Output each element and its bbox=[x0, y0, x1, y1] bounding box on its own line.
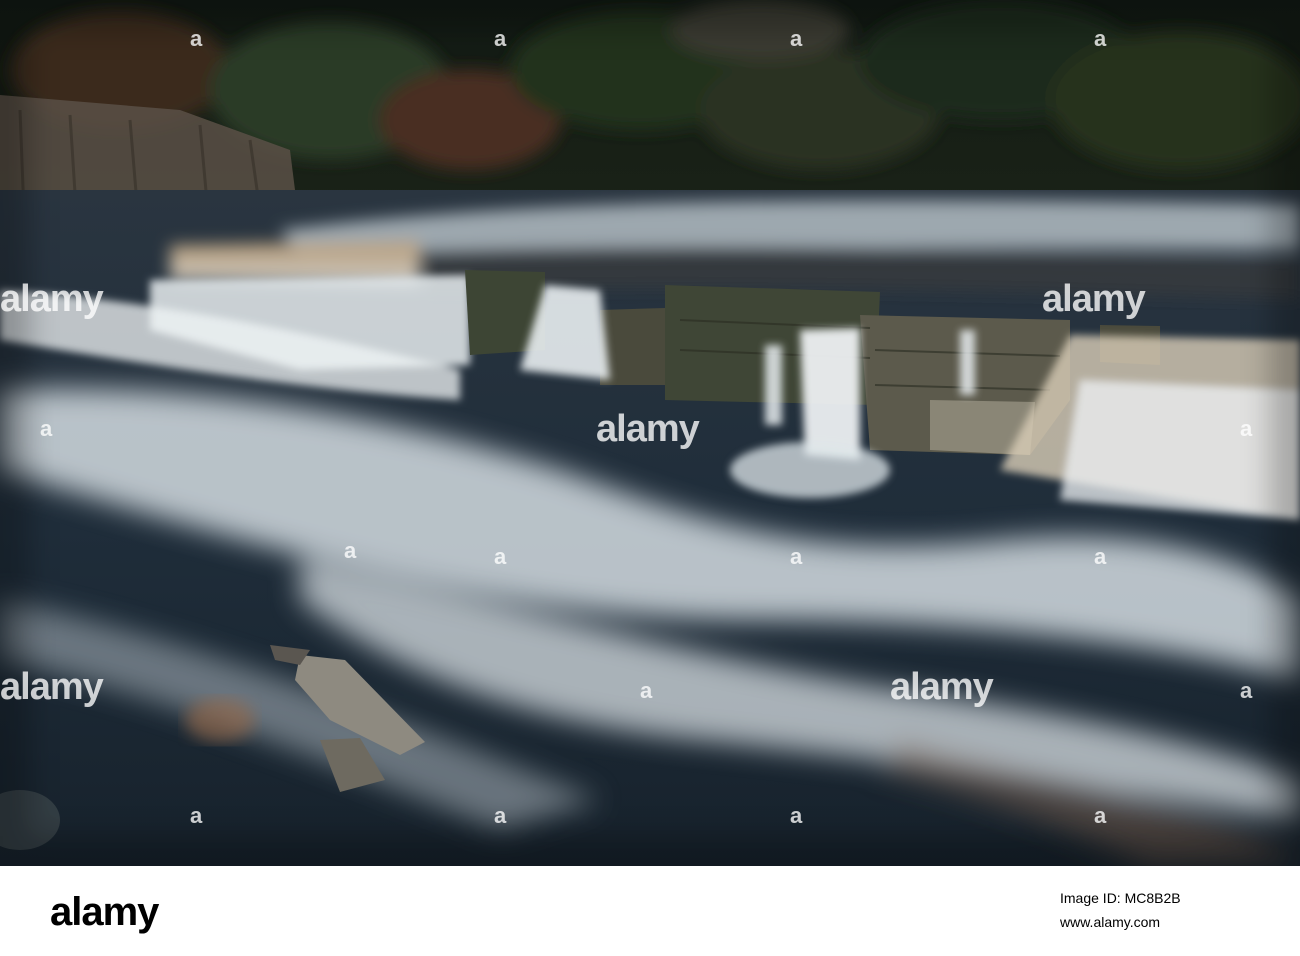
footer-bar: alamy Image ID: MC8B2B www.alamy.com bbox=[0, 866, 1300, 956]
watermark-letter: a bbox=[1094, 544, 1107, 569]
watermark-letter: a bbox=[790, 803, 803, 828]
watermark-letter: a bbox=[1094, 26, 1107, 51]
watermark-letter: a bbox=[790, 544, 803, 569]
watermark-letter: a bbox=[344, 538, 357, 563]
site-url: www.alamy.com bbox=[1060, 914, 1161, 930]
watermark: alamy bbox=[0, 666, 104, 708]
watermark-letter: a bbox=[190, 803, 203, 828]
watermark-letter: a bbox=[494, 803, 507, 828]
watermark-letter: a bbox=[1240, 416, 1253, 441]
watermark: alamy bbox=[0, 278, 104, 320]
watermark-letter: a bbox=[190, 26, 203, 51]
watermark-letter: a bbox=[494, 26, 507, 51]
watermark: alamy bbox=[596, 408, 700, 450]
alamy-logo: alamy bbox=[50, 890, 159, 934]
watermark: alamy bbox=[890, 666, 994, 708]
image-id-label: Image ID: MC8B2B bbox=[1060, 890, 1181, 906]
watermark-letter: a bbox=[1094, 803, 1107, 828]
watermark-letter: a bbox=[1240, 678, 1253, 703]
waterfall-photo: alamy alamy alamy alamy alamy a a a a a … bbox=[0, 0, 1300, 866]
watermark-letter: a bbox=[640, 678, 653, 703]
watermark-letter: a bbox=[40, 416, 53, 441]
watermark: alamy bbox=[1042, 278, 1146, 320]
watermark-letter: a bbox=[790, 26, 803, 51]
watermark-letter: a bbox=[494, 544, 507, 569]
